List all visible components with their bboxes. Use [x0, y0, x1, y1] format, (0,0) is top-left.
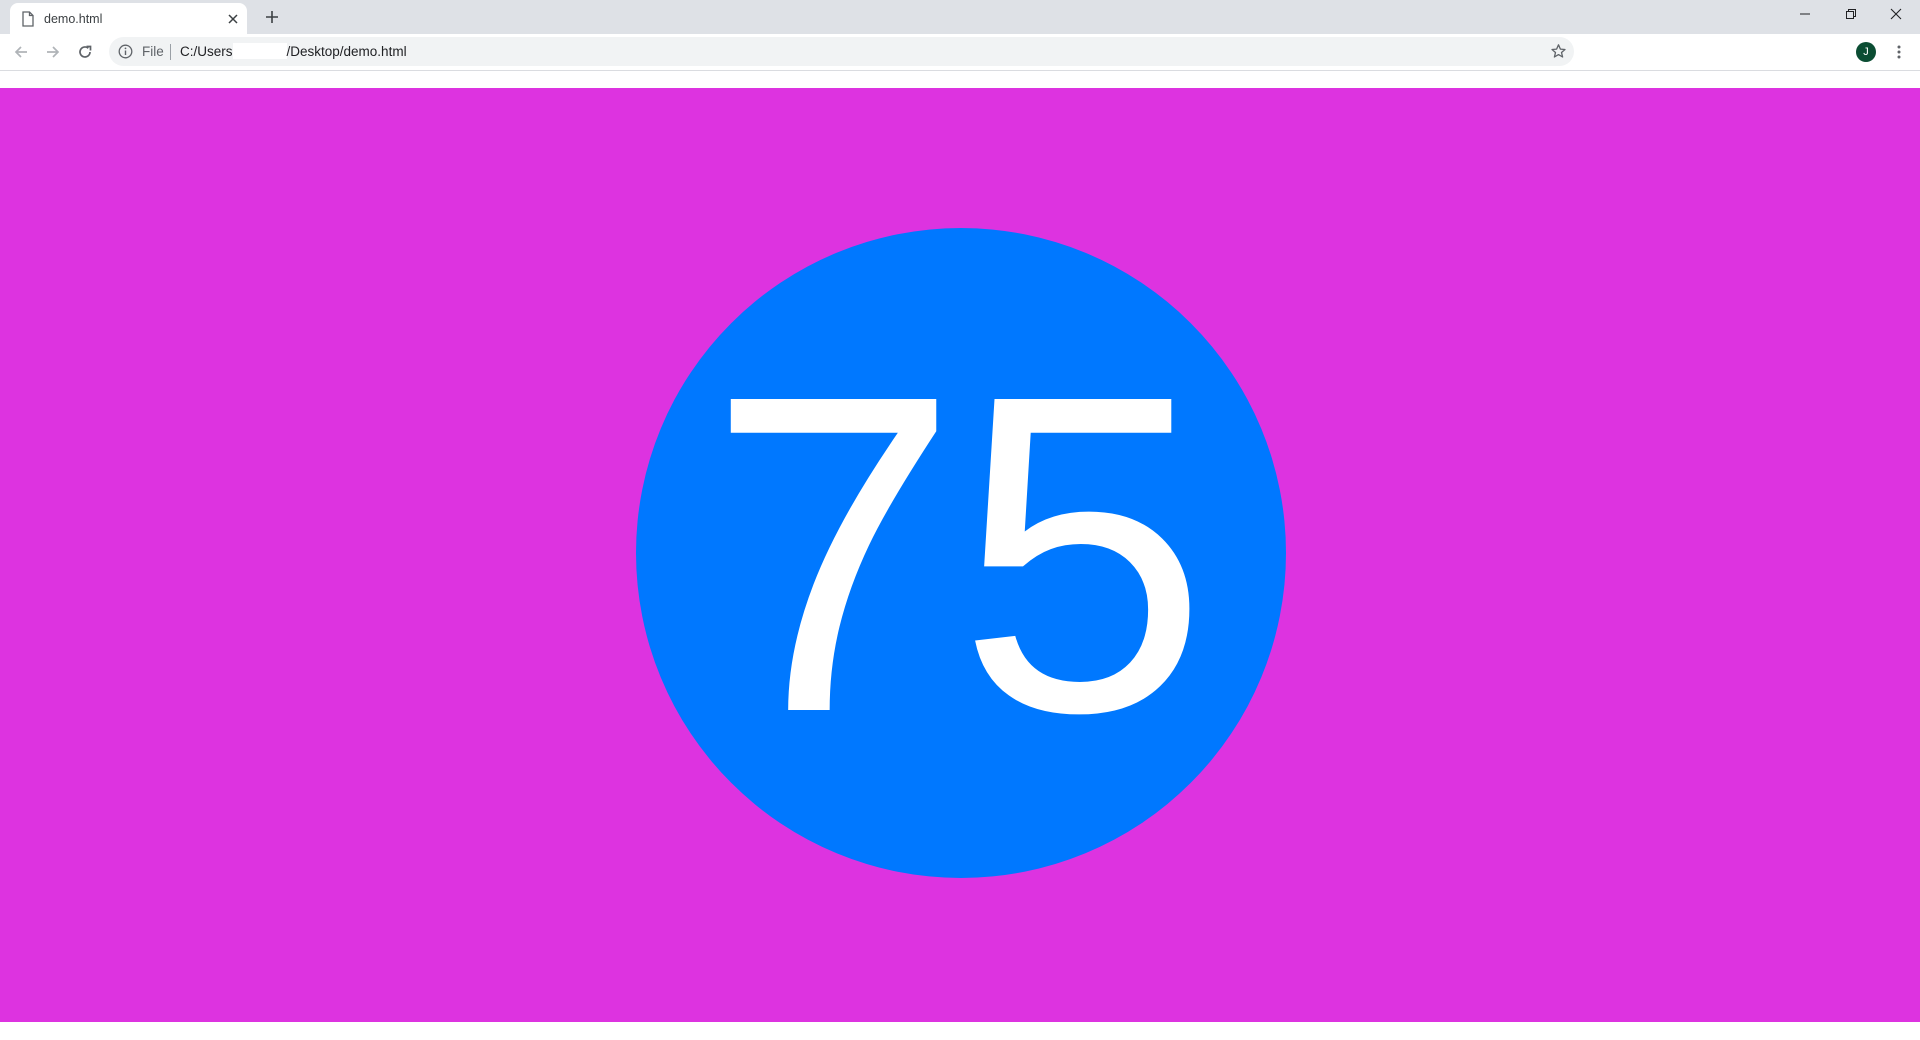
bookmark-star-icon[interactable]: [1550, 43, 1567, 60]
minimize-icon[interactable]: [1795, 4, 1815, 24]
url-text: C:/Users/Desktop/demo.html: [180, 43, 407, 60]
file-icon: [21, 11, 35, 27]
redacted-username: [232, 43, 287, 59]
close-tab-icon[interactable]: [225, 11, 241, 27]
scheme-chip: File: [142, 44, 164, 59]
tab-demo-html[interactable]: demo.html: [10, 3, 247, 34]
info-icon[interactable]: [118, 44, 133, 59]
url-prefix: C:/Users: [180, 44, 233, 59]
url-suffix: /Desktop/demo.html: [286, 44, 407, 59]
counter-number: 75: [707, 301, 1209, 806]
more-menu-icon[interactable]: [1889, 42, 1909, 62]
forward-icon[interactable]: [43, 42, 63, 62]
reload-icon[interactable]: [75, 42, 95, 62]
page-viewport: 75: [0, 88, 1920, 1022]
restore-icon[interactable]: [1841, 4, 1861, 24]
close-window-icon[interactable]: [1886, 4, 1906, 24]
tab-strip: demo.html: [0, 0, 1920, 34]
chip-separator: [170, 44, 171, 60]
address-bar[interactable]: File C:/Users/Desktop/demo.html: [109, 37, 1574, 66]
back-icon[interactable]: [11, 42, 31, 62]
browser-toolbar: File C:/Users/Desktop/demo.html J: [0, 34, 1920, 71]
profile-avatar[interactable]: J: [1856, 42, 1876, 62]
tab-title: demo.html: [44, 12, 103, 26]
new-tab-icon[interactable]: [262, 7, 282, 27]
